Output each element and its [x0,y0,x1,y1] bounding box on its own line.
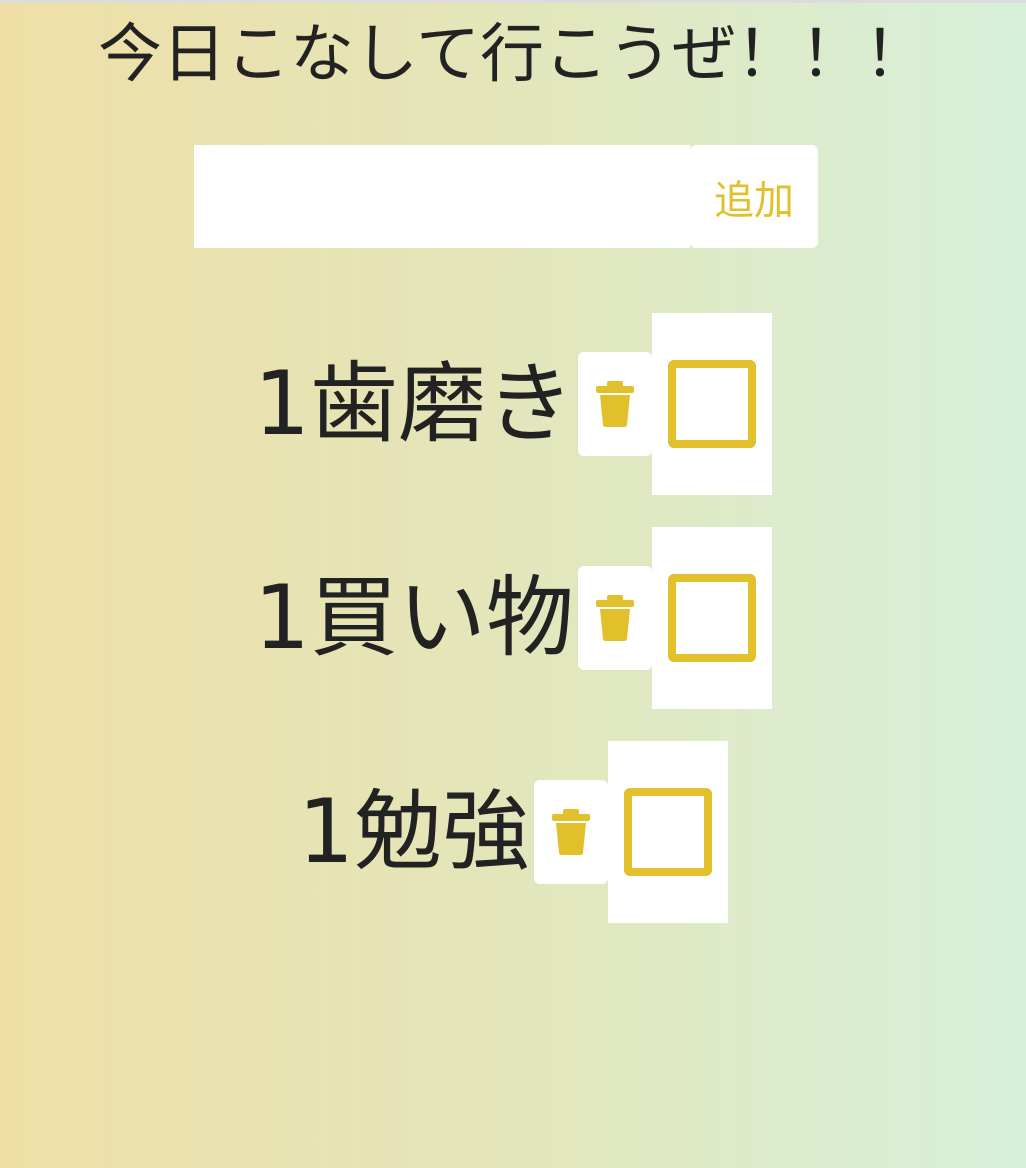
checkbox-icon [668,574,756,662]
complete-toggle[interactable] [652,527,772,709]
todo-text: 1勉強 [298,780,530,883]
delete-button[interactable] [578,566,652,670]
todo-text: 1歯磨き [254,352,574,455]
todo-item: 1買い物 [0,527,1026,709]
complete-toggle[interactable] [652,313,772,495]
checkbox-icon [668,360,756,448]
trash-icon [552,809,590,855]
complete-toggle[interactable] [608,741,728,923]
todo-list: 1歯磨き 1買い物 1勉強 [0,313,1026,955]
delete-button[interactable] [578,352,652,456]
todo-item: 1勉強 [0,741,1026,923]
checkbox-icon [624,788,712,876]
add-button[interactable]: 追加 [690,145,818,248]
trash-icon [596,595,634,641]
trash-icon [596,381,634,427]
todo-item: 1歯磨き [0,313,1026,495]
add-todo-form: 追加 [194,145,818,248]
page-title: 今日こなして行こうぜ！！！ [97,18,929,92]
todo-text: 1買い物 [254,566,574,669]
delete-button[interactable] [534,780,608,884]
task-input[interactable] [194,145,690,248]
